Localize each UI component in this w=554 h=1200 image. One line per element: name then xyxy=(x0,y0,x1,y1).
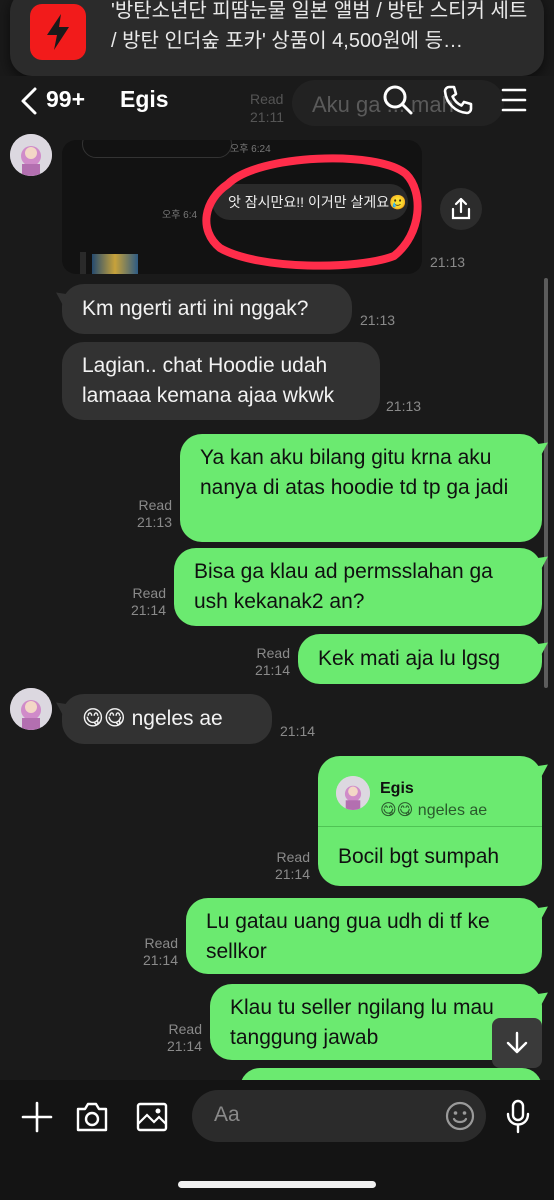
menu-icon xyxy=(501,88,527,112)
back-button[interactable] xyxy=(16,86,42,116)
avatar[interactable] xyxy=(10,134,52,176)
screenshot-time-mid: 오후 6:4 xyxy=(162,210,198,221)
unread-count[interactable]: 99+ xyxy=(46,86,85,113)
emoji-button[interactable] xyxy=(444,1100,476,1132)
timestamp: 21:13 xyxy=(386,398,422,414)
chevron-left-icon xyxy=(21,87,37,115)
thumbnail-edge xyxy=(80,252,86,274)
read-receipt: Read 21:14 xyxy=(166,1021,202,1054)
input-placeholder: Aa xyxy=(214,1103,240,1126)
read-receipt: Read 21:14 xyxy=(142,935,178,968)
notification-text: '방탄소년단 피땀눈물 일본 앨범 / 방탄 스티커 세트 / 방탄 인더숲 포… xyxy=(111,0,528,52)
avatar[interactable] xyxy=(10,688,52,730)
timestamp: 21:13 xyxy=(430,254,466,270)
timestamp: 21:13 xyxy=(360,312,396,328)
reply-quote: 😋😋 ngeles ae xyxy=(380,802,488,819)
message-bubble[interactable]: Km ngerti arti ini nggak? xyxy=(52,284,352,334)
camera-button[interactable] xyxy=(74,1100,110,1134)
notification-banner[interactable]: '방탄소년단 피땀눈물 일본 앨범 / 방탄 스티커 세트 / 방탄 인더숲 포… xyxy=(10,0,544,76)
lightning-app-icon xyxy=(30,4,86,60)
read-receipt: Read 21:14 xyxy=(254,645,290,678)
reply-message-bubble[interactable]: Egis 😋😋 ngeles ae Bocil bgt sumpah xyxy=(318,756,552,886)
phone-icon xyxy=(443,85,473,115)
camera-icon xyxy=(76,1102,108,1132)
reply-divider xyxy=(318,826,542,827)
call-button[interactable] xyxy=(442,84,474,116)
highlight-circle xyxy=(202,154,422,270)
thumbnail-image xyxy=(92,254,138,274)
read-receipt: Read 21:14 xyxy=(274,849,310,882)
microphone-icon xyxy=(506,1099,530,1134)
menu-button[interactable] xyxy=(500,84,532,116)
search-button[interactable] xyxy=(382,84,414,116)
scroll-down-button[interactable] xyxy=(492,1018,542,1068)
emoji-icon xyxy=(445,1101,475,1131)
image-message[interactable]: 오후 6:24 오후 6:4 앗 잠시만요!! 이거만 살게요🥲 xyxy=(62,140,422,274)
message-bubble[interactable]: Lagian.. chat Hoodie udah lamaaa kemana … xyxy=(62,342,380,420)
add-button[interactable] xyxy=(20,1100,54,1134)
timestamp: 21:14 xyxy=(280,723,316,739)
message-bubble[interactable]: Lu gatau uang gua udh di tf ke sellkor xyxy=(186,898,552,974)
scrollbar[interactable] xyxy=(544,278,548,688)
message-bubble[interactable]: Bisa ga klau ad permsslahan ga ush kekan… xyxy=(174,548,552,626)
arrow-down-icon xyxy=(506,1031,528,1054)
search-icon xyxy=(383,85,413,115)
chat-title[interactable]: Egis xyxy=(120,86,169,113)
gallery-button[interactable] xyxy=(134,1100,170,1134)
message-bubble[interactable]: Kek mati aja lu lgsg xyxy=(298,634,552,684)
message-input[interactable]: Aa xyxy=(192,1090,486,1142)
image-icon xyxy=(136,1102,168,1132)
share-icon xyxy=(451,197,471,220)
home-indicator xyxy=(178,1181,376,1188)
message-text: Bocil bgt sumpah xyxy=(338,845,500,868)
read-receipt: Read 21:14 xyxy=(130,585,166,618)
reply-avatar xyxy=(336,776,370,810)
microphone-button[interactable] xyxy=(504,1098,532,1134)
read-receipt: Read 21:13 xyxy=(136,497,172,530)
share-button[interactable] xyxy=(440,188,482,230)
plus-icon xyxy=(21,1101,53,1133)
message-bubble[interactable]: 😋😋 ngeles ae xyxy=(52,694,272,744)
background-preview-meta: Read 21:11 xyxy=(250,91,284,125)
message-bubble[interactable]: Ya kan aku bilang gitu krna aku nanya di… xyxy=(180,434,552,542)
